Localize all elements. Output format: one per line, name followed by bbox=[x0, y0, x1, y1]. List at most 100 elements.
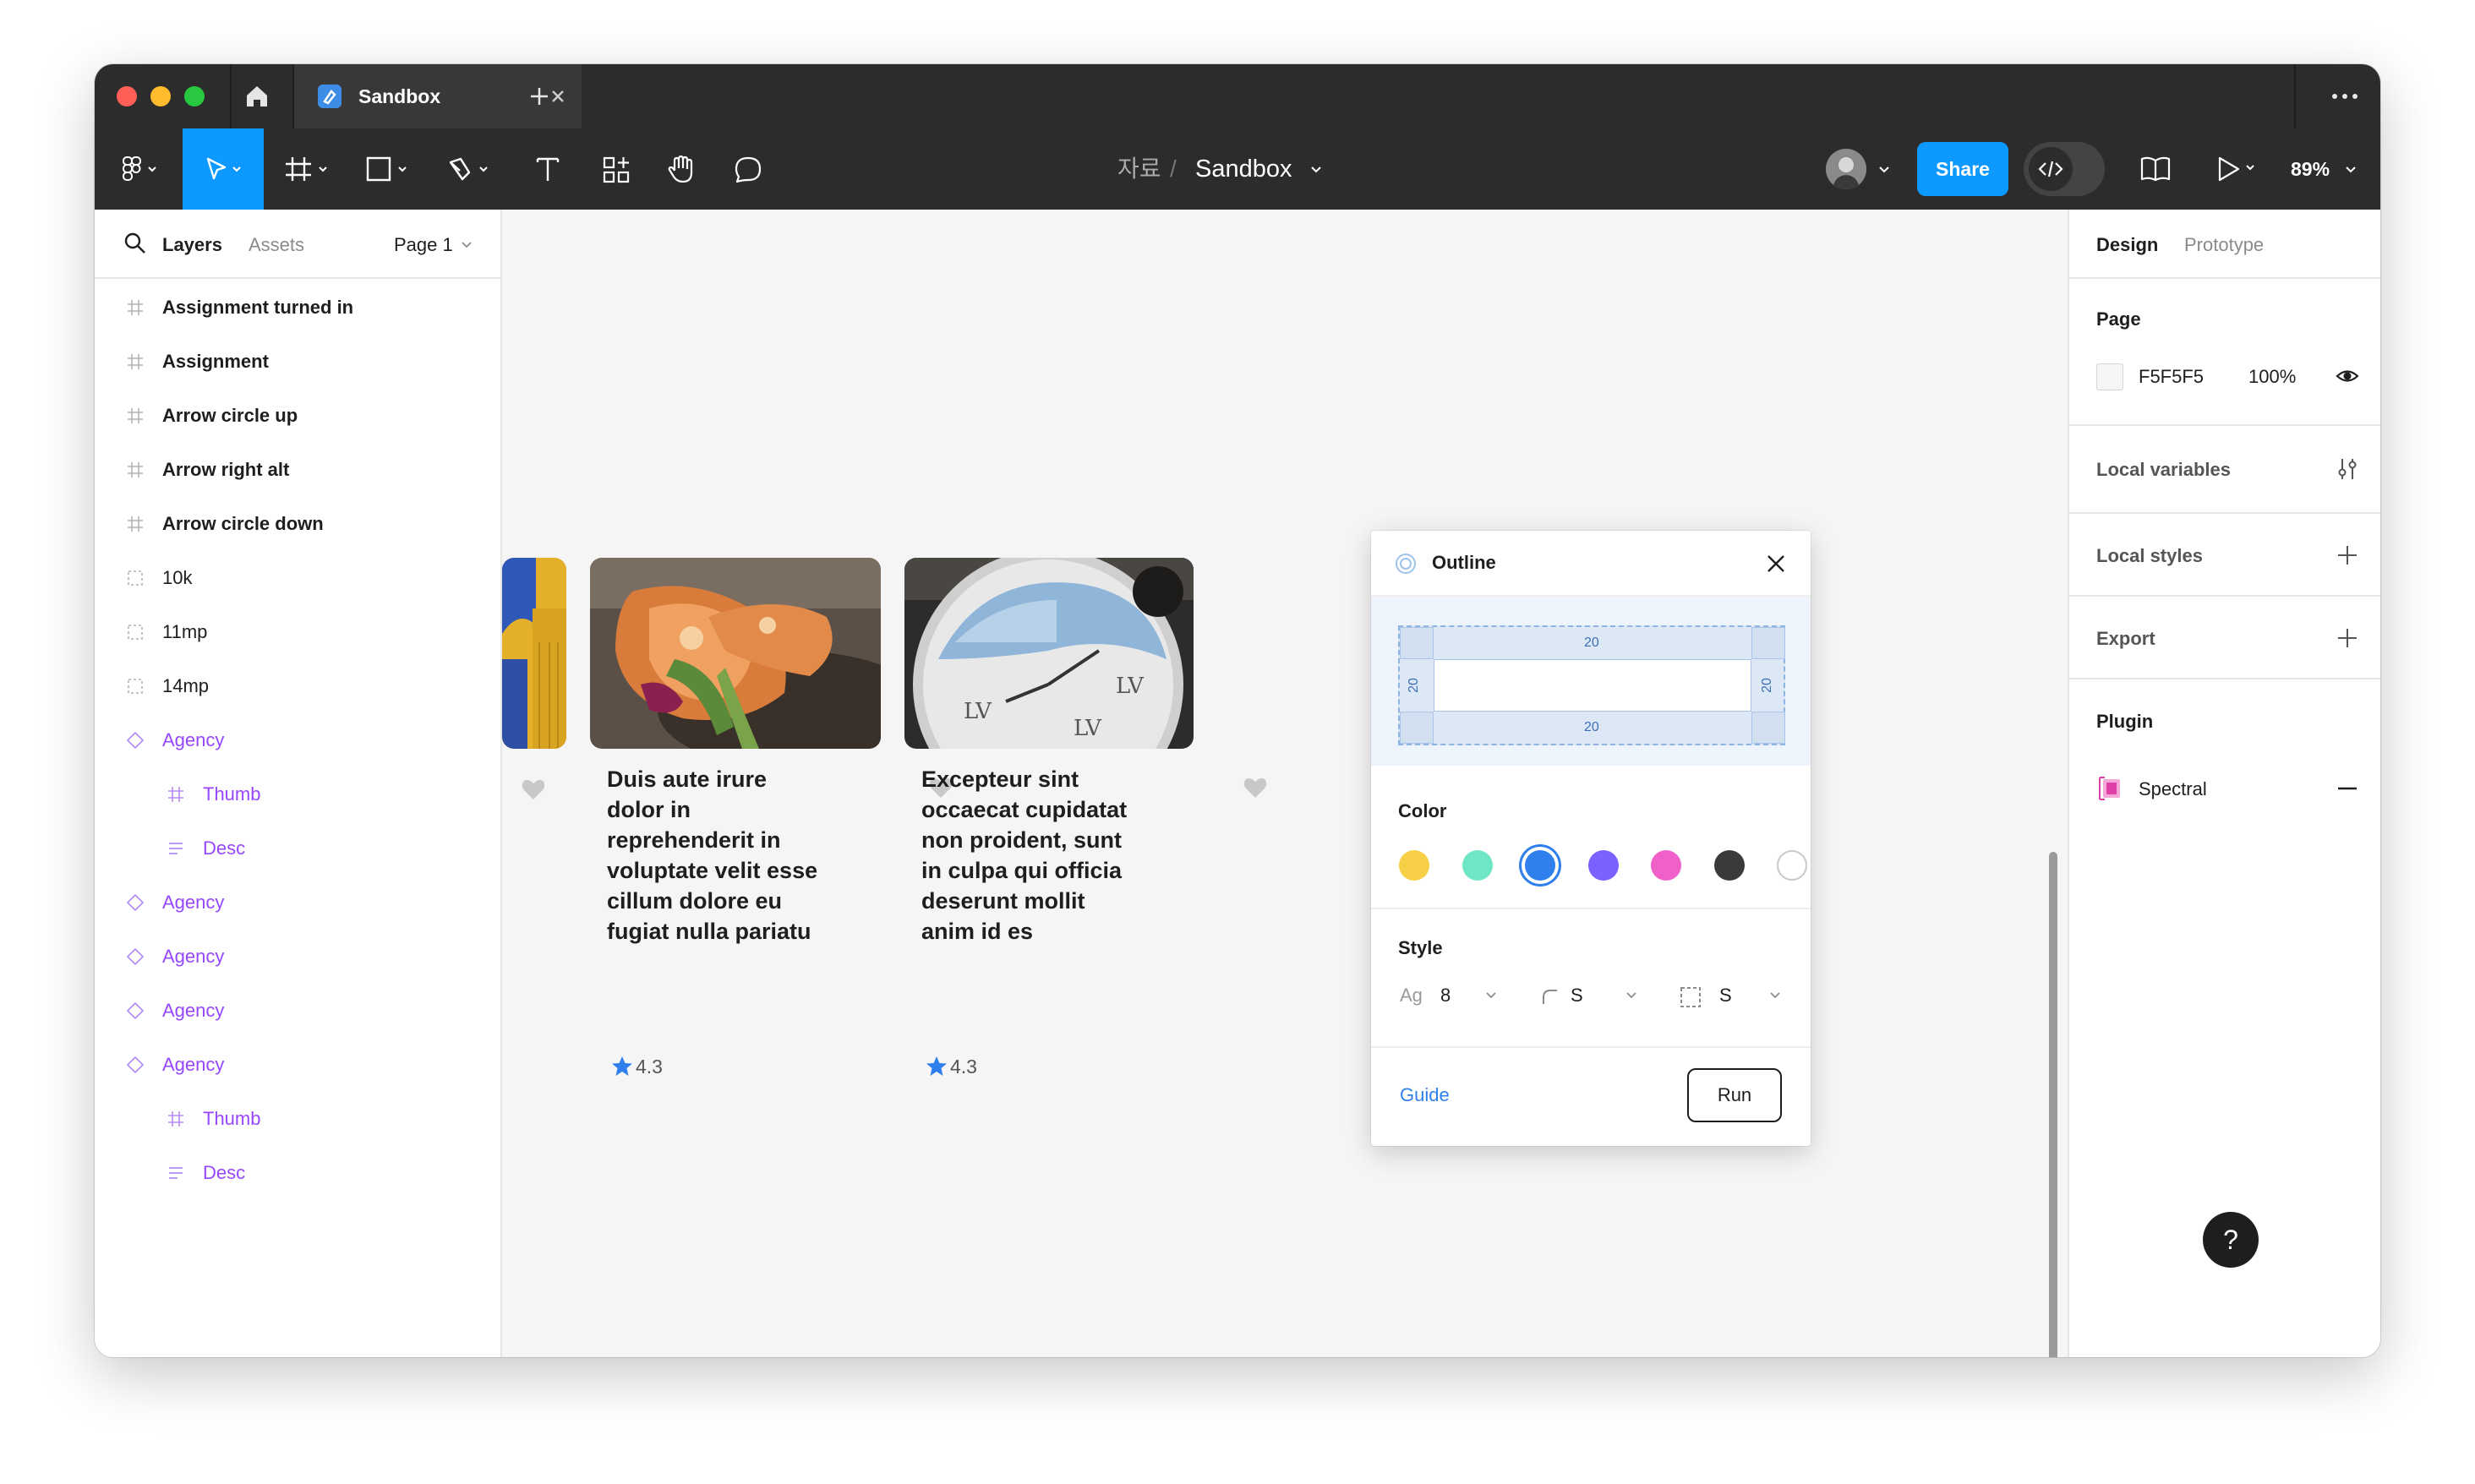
layer-row[interactable]: 14mp bbox=[95, 659, 500, 713]
padding-top-value[interactable]: 20 bbox=[1584, 636, 1599, 651]
layer-row[interactable]: Desc bbox=[95, 1146, 500, 1200]
eye-icon[interactable] bbox=[2335, 363, 2360, 389]
resources-tool-button[interactable] bbox=[592, 128, 639, 210]
layer-row[interactable]: Thumb bbox=[95, 1092, 500, 1146]
frame-icon bbox=[128, 354, 143, 369]
avatar[interactable] bbox=[1826, 149, 1866, 189]
page-opacity[interactable]: 100% bbox=[2248, 365, 2296, 389]
add-style-plus-icon[interactable] bbox=[2335, 543, 2360, 568]
layer-row[interactable]: Agency bbox=[95, 984, 500, 1038]
hand-tool-button[interactable] bbox=[658, 128, 705, 210]
layer-row[interactable]: Agency bbox=[95, 1038, 500, 1092]
close-window-button[interactable] bbox=[117, 86, 137, 106]
close-icon[interactable] bbox=[1763, 551, 1789, 576]
dev-mode-toggle[interactable] bbox=[2024, 142, 2105, 196]
present-play-icon[interactable] bbox=[2215, 154, 2274, 184]
comment-tool-button[interactable] bbox=[725, 128, 773, 210]
padding-bottom-value[interactable]: 20 bbox=[1584, 720, 1599, 735]
corner-radius-select[interactable]: S bbox=[1571, 982, 1583, 1009]
run-button[interactable]: Run bbox=[1687, 1068, 1782, 1122]
library-book-icon[interactable] bbox=[2139, 154, 2172, 184]
frame-icon bbox=[168, 1111, 183, 1127]
chevron-down-icon[interactable] bbox=[1484, 989, 1498, 1002]
text-tool-button[interactable] bbox=[524, 128, 571, 210]
breadcrumb-folder[interactable]: 자료 bbox=[1117, 155, 1161, 183]
hand-icon bbox=[668, 155, 693, 183]
color-swatch[interactable] bbox=[1713, 850, 1745, 881]
canvas[interactable]: Duis aute irure dolor in reprehenderit i… bbox=[502, 210, 2068, 1357]
variables-sliders-icon[interactable] bbox=[2335, 456, 2360, 482]
toolbar: 자료 / Sandbox Share 89% bbox=[95, 128, 2380, 210]
color-swatch[interactable] bbox=[1462, 850, 1493, 881]
vertical-scrollbar[interactable] bbox=[2049, 852, 2057, 1357]
color-label: Color bbox=[1398, 800, 1447, 821]
chevron-down-icon[interactable] bbox=[1625, 989, 1638, 1002]
zoom-level[interactable]: 89% bbox=[2291, 155, 2330, 183]
minimize-window-button[interactable] bbox=[150, 86, 171, 106]
layer-row[interactable]: 10k bbox=[95, 551, 500, 605]
maximize-window-button[interactable] bbox=[184, 86, 205, 106]
zoom-chevron-icon[interactable] bbox=[2343, 162, 2358, 177]
layer-row[interactable]: Thumb bbox=[95, 767, 500, 821]
border-style-select[interactable]: S bbox=[1719, 982, 1732, 1009]
tab-design[interactable]: Design bbox=[2096, 233, 2158, 257]
local-variables-label[interactable]: Local variables bbox=[2096, 458, 2231, 482]
add-export-plus-icon[interactable] bbox=[2335, 625, 2360, 651]
padding-corner bbox=[1400, 712, 1434, 744]
favorite-heart-icon[interactable] bbox=[1243, 776, 1268, 799]
card-title: Duis aute irure dolor in reprehenderit i… bbox=[607, 767, 818, 944]
layer-row[interactable]: 11mp bbox=[95, 605, 500, 659]
share-button[interactable]: Share bbox=[1917, 142, 2008, 196]
tab-assets[interactable]: Assets bbox=[249, 233, 304, 257]
layer-row[interactable]: Agency bbox=[95, 876, 500, 930]
layer-row[interactable]: Arrow circle up bbox=[95, 389, 500, 443]
page-color-hex[interactable]: F5F5F5 bbox=[2139, 365, 2204, 389]
layer-row[interactable]: Agency bbox=[95, 713, 500, 767]
layer-row[interactable]: Assignment turned in bbox=[95, 281, 500, 335]
padding-left-value[interactable]: 20 bbox=[1407, 678, 1422, 693]
remove-minus-icon[interactable] bbox=[2335, 776, 2360, 801]
color-swatch[interactable] bbox=[1777, 850, 1808, 881]
help-button[interactable]: ? bbox=[2203, 1212, 2259, 1268]
frame-tool-button[interactable] bbox=[281, 128, 340, 210]
page-color-swatch[interactable] bbox=[2096, 363, 2123, 390]
color-swatch[interactable] bbox=[1651, 850, 1682, 881]
more-options-icon[interactable] bbox=[2326, 83, 2363, 110]
card-thumbnail[interactable] bbox=[502, 558, 566, 749]
shape-tool-button[interactable] bbox=[363, 128, 423, 210]
chevron-down-icon[interactable] bbox=[460, 238, 473, 252]
tab-prototype[interactable]: Prototype bbox=[2184, 233, 2264, 257]
breadcrumb-separator: / bbox=[1170, 155, 1177, 182]
pen-tool-button[interactable] bbox=[445, 128, 504, 210]
file-name[interactable]: Sandbox bbox=[1195, 155, 1292, 183]
guide-link[interactable]: Guide bbox=[1400, 1083, 1450, 1107]
main-menu-button[interactable] bbox=[112, 128, 171, 210]
move-tool-button[interactable] bbox=[183, 128, 264, 210]
search-icon[interactable] bbox=[123, 232, 147, 255]
padding-right-value[interactable]: 20 bbox=[1760, 678, 1775, 693]
color-swatch[interactable] bbox=[1399, 850, 1430, 881]
plugin-header: Outline bbox=[1371, 531, 1811, 597]
layer-row[interactable]: Assignment bbox=[95, 335, 500, 389]
favorite-heart-icon[interactable] bbox=[521, 777, 546, 801]
home-button[interactable] bbox=[240, 79, 274, 113]
layer-row[interactable]: Agency bbox=[95, 930, 500, 984]
tab-layers[interactable]: Layers bbox=[162, 233, 222, 257]
spectral-plugin-icon bbox=[2099, 777, 2120, 800]
chevron-down-icon[interactable] bbox=[1768, 989, 1782, 1002]
card-thumbnail[interactable]: LV LV LV bbox=[904, 558, 1194, 749]
card-thumbnail[interactable] bbox=[590, 558, 881, 749]
layer-row[interactable]: Desc bbox=[95, 821, 500, 876]
page-selector[interactable]: Page 1 bbox=[394, 233, 453, 257]
layer-row[interactable]: Arrow circle down bbox=[95, 497, 500, 551]
plugin-name[interactable]: Spectral bbox=[2139, 777, 2207, 801]
layer-row[interactable]: Arrow right alt bbox=[95, 443, 500, 497]
svg-text:LV: LV bbox=[1116, 674, 1145, 699]
file-menu-chevron-icon[interactable] bbox=[1309, 162, 1324, 177]
font-size-select[interactable]: 8 bbox=[1440, 982, 1451, 1009]
color-swatch[interactable] bbox=[1587, 850, 1619, 881]
frame-icon bbox=[168, 787, 183, 802]
new-tab-icon[interactable] bbox=[522, 79, 556, 113]
color-swatch[interactable] bbox=[1525, 850, 1556, 881]
users-menu-chevron-icon[interactable] bbox=[1877, 162, 1892, 177]
